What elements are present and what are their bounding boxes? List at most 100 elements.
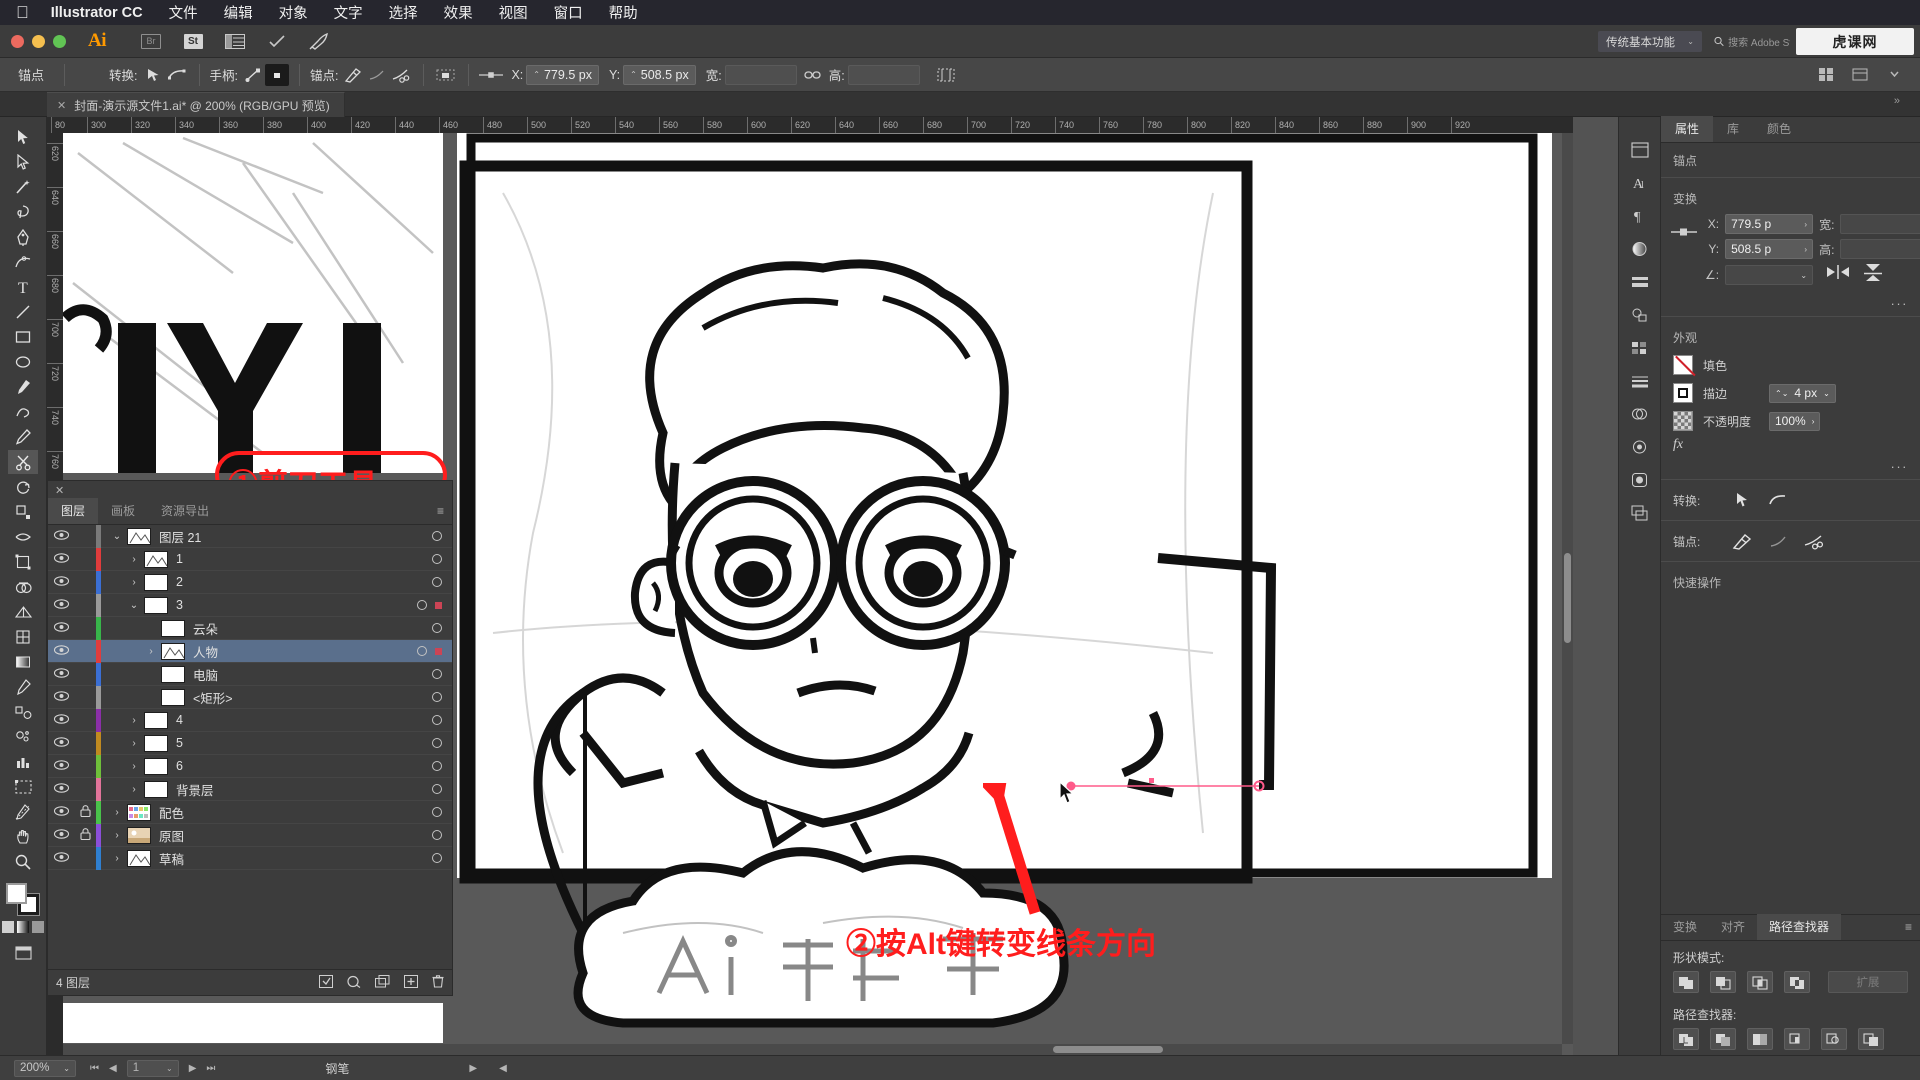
trim-icon[interactable] (1710, 1028, 1736, 1050)
zoom-tool[interactable] (8, 850, 38, 874)
y-input[interactable]: 508.5 p › (1725, 239, 1814, 259)
hide-handles-icon[interactable] (264, 63, 289, 86)
stroke-panel-icon[interactable] (1627, 370, 1653, 392)
layer-row[interactable]: › 6 (48, 754, 452, 778)
isolate-icon[interactable] (434, 64, 458, 86)
artboard-number-input[interactable]: 1 ⌄ (126, 1059, 179, 1077)
crop-icon[interactable] (1784, 1028, 1810, 1050)
target-indicator[interactable] (432, 692, 442, 702)
blend-tool[interactable] (8, 700, 38, 724)
transparency-panel-icon[interactable] (1627, 403, 1653, 425)
layer-name[interactable]: 1 (176, 552, 432, 566)
status-play-icon[interactable]: ▶ (469, 1063, 477, 1074)
layer-row[interactable]: › 4 (48, 708, 452, 732)
arrange-icon[interactable] (1848, 64, 1872, 86)
gradient-tool[interactable] (8, 650, 38, 674)
fill-swatch[interactable] (6, 883, 27, 904)
target-indicator[interactable] (432, 784, 442, 794)
pencil-tool[interactable] (8, 425, 38, 449)
visibility-toggle-icon[interactable] (48, 828, 74, 842)
cut-path-icon[interactable] (389, 64, 413, 86)
rocket-icon[interactable] (308, 32, 330, 50)
cut-path-icon[interactable] (1803, 531, 1825, 551)
x-coordinate-input[interactable]: ⌃ 779.5 px (526, 64, 599, 85)
chevron-right-icon[interactable]: › (124, 577, 144, 588)
height-input[interactable] (847, 64, 920, 85)
tab-asset-export[interactable]: 资源导出 (148, 498, 222, 524)
lasso-tool[interactable] (8, 200, 38, 224)
make-clipping-mask-icon[interactable] (347, 975, 361, 991)
mesh-tool[interactable] (8, 625, 38, 649)
layer-row[interactable]: 电脑 (48, 662, 452, 686)
layer-row[interactable]: › 草稿 (48, 846, 452, 870)
tab-overflow-arrows[interactable]: » (1894, 95, 1900, 107)
visibility-toggle-icon[interactable] (48, 529, 74, 543)
layer-name[interactable]: 云朵 (193, 619, 432, 638)
divide-icon[interactable] (1673, 1028, 1699, 1050)
rectangle-tool[interactable] (8, 325, 38, 349)
stroke-color-swatch[interactable] (1673, 383, 1693, 403)
menu-window[interactable]: 窗口 (554, 2, 583, 23)
layer-row[interactable]: › 1 (48, 547, 452, 571)
convert-smooth-icon[interactable] (1767, 490, 1789, 510)
target-indicator[interactable] (432, 761, 442, 771)
current-tool-label[interactable]: 钢笔 (325, 1060, 349, 1077)
layer-row[interactable]: › 背景层 (48, 777, 452, 801)
tab-libraries[interactable]: 库 (1713, 116, 1753, 142)
prev-page-icon[interactable]: ◀ (109, 1063, 117, 1074)
grid-icon[interactable] (1814, 64, 1838, 86)
close-window-button[interactable] (11, 34, 24, 48)
visibility-toggle-icon[interactable] (48, 805, 74, 819)
visibility-toggle-icon[interactable] (48, 575, 74, 589)
slice-tool[interactable] (8, 800, 38, 824)
stroke-row[interactable]: 描边 ⌃⌄ 4 px ⌄ (1661, 379, 1920, 407)
opacity-input[interactable]: 100% › (1769, 411, 1821, 431)
menu-view[interactable]: 视图 (499, 2, 528, 23)
link-icon[interactable] (801, 64, 825, 86)
tab-layers[interactable]: 图层 (48, 498, 99, 524)
app-name-menu[interactable]: Illustrator CC (51, 5, 143, 21)
layer-row[interactable]: 云朵 (48, 616, 452, 640)
layer-name[interactable]: 配色 (159, 803, 432, 822)
last-page-icon[interactable]: ⏭ (206, 1063, 215, 1074)
tab-properties[interactable]: 属性 (1661, 116, 1714, 142)
visibility-toggle-icon[interactable] (48, 713, 74, 727)
direct-selection-tool[interactable] (8, 150, 38, 174)
canvas-vertical-scrollbar[interactable] (1562, 133, 1573, 1044)
layers-panel-icon[interactable] (1627, 502, 1653, 524)
paintbrush-tool[interactable] (8, 375, 38, 399)
layer-name[interactable]: 草稿 (159, 849, 432, 868)
width-input[interactable] (724, 64, 797, 85)
target-indicator[interactable] (432, 531, 442, 541)
visibility-toggle-icon[interactable] (48, 690, 74, 704)
scissors-tool[interactable] (8, 450, 38, 474)
selection-marker[interactable] (435, 647, 442, 655)
show-handles-icon[interactable] (241, 64, 265, 86)
minus-front-icon[interactable] (1710, 971, 1736, 993)
minus-back-icon[interactable] (1858, 1028, 1884, 1050)
canvas-horizontal-scrollbar[interactable] (63, 1044, 1562, 1055)
scrollbar-thumb[interactable] (1053, 1046, 1163, 1053)
line-segment-tool[interactable] (8, 300, 38, 324)
convert-to-smooth-icon[interactable] (165, 64, 189, 86)
layer-name[interactable]: 电脑 (193, 665, 432, 684)
layer-row[interactable]: ⌄ 图层 21 (48, 525, 452, 548)
layers-list[interactable]: ⌄ 图层 21 › 1 › 2 ⌄ 3 云朵 › 人物 电脑 <矩形> › 4 › 5 › 6 › 背景层 › 配色 › 原图 ›… (48, 525, 452, 969)
rotate-tool[interactable] (8, 475, 38, 499)
locate-object-icon[interactable] (319, 974, 333, 991)
chevron-right-icon[interactable]: › (124, 554, 144, 565)
more-options-icon[interactable] (1882, 64, 1906, 86)
workspace-switcher[interactable]: 传统基本功能 ⌄ (1598, 31, 1702, 52)
gradient-button[interactable] (17, 921, 29, 933)
bridge-icon[interactable]: Br (140, 33, 162, 50)
menu-file[interactable]: 文件 (169, 2, 198, 23)
layer-row[interactable]: › 2 (48, 570, 452, 594)
remove-anchor-icon[interactable] (1731, 531, 1753, 551)
layer-row[interactable]: › 5 (48, 731, 452, 755)
width-input[interactable] (1840, 214, 1920, 234)
hand-tool[interactable] (8, 825, 38, 849)
stock-icon[interactable]: St (182, 33, 204, 50)
minimize-window-button[interactable] (32, 34, 45, 48)
appearance-panel-icon[interactable] (1627, 436, 1653, 458)
zoom-level-input[interactable]: 200% ⌄ (14, 1059, 76, 1077)
